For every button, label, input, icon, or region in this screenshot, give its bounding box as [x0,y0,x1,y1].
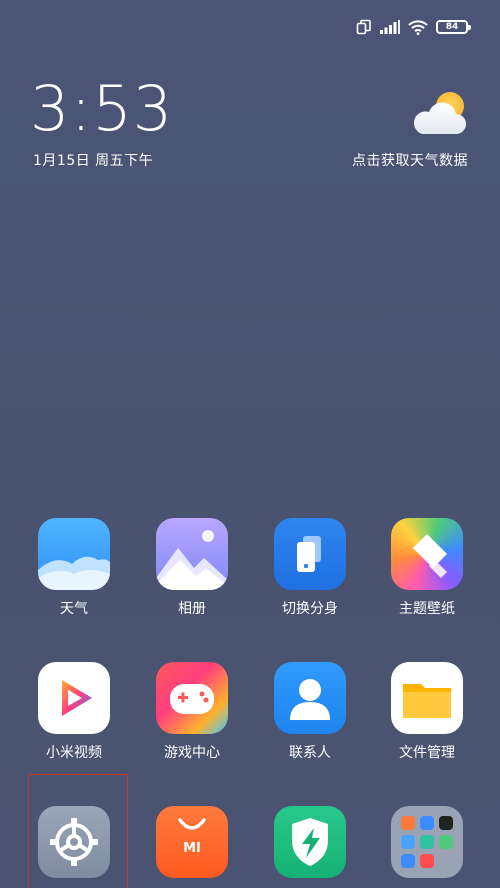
app-label: 主题壁纸 [399,601,455,617]
home-screen: 84 3:53 1月15日 周五下午 点击获取天气数据 天气 相册 切换分身 主… [0,0,500,888]
dual-space-app-icon[interactable] [274,518,346,590]
app-settings[interactable] [24,806,124,886]
themes-app-icon[interactable] [391,518,463,590]
app-label: 天气 [60,601,88,617]
security-app-icon[interactable] [274,806,346,878]
game-center-app-icon[interactable] [156,662,228,734]
app-mi-store[interactable]: MI [142,806,242,886]
status-bar: 84 [356,16,471,38]
app-contacts[interactable]: 联系人 [260,662,360,762]
app-themes[interactable]: 主题壁纸 [377,518,477,618]
app-label: 切换分身 [282,601,338,617]
wifi-icon [408,19,428,35]
signal-icon [380,20,400,34]
app-label: 游戏中心 [164,745,220,761]
clock-date[interactable]: 1月15日 周五下午 [33,150,153,170]
app-gallery[interactable]: 相册 [142,518,242,618]
settings-app-icon[interactable] [38,806,110,878]
partly-cloudy-icon[interactable] [412,90,470,138]
app-weather[interactable]: 天气 [24,518,124,618]
app-label: 文件管理 [399,745,455,761]
weather-app-icon[interactable] [38,518,110,590]
dual-screen-icon [356,19,371,35]
app-game-center[interactable]: 游戏中心 [142,662,242,762]
gallery-app-icon[interactable] [156,518,228,590]
app-file-manager[interactable]: 文件管理 [377,662,477,762]
app-folder-icon[interactable] [391,806,463,878]
app-folder[interactable] [377,806,477,886]
battery-level: 84 [445,21,459,32]
svg-text:MI: MI [183,841,201,856]
battery-icon: 84 [436,20,471,34]
mi-store-app-icon[interactable]: MI [156,806,228,878]
contacts-app-icon[interactable] [274,662,346,734]
app-security[interactable] [260,806,360,886]
app-dual-space[interactable]: 切换分身 [260,518,360,618]
app-mi-video[interactable]: 小米视频 [24,662,124,762]
weather-prompt[interactable]: 点击获取天气数据 [352,150,468,170]
app-label: 联系人 [289,745,331,761]
clock-time[interactable]: 3:53 [30,78,173,140]
mi-video-app-icon[interactable] [38,662,110,734]
app-label: 小米视频 [46,745,102,761]
app-label: 相册 [178,601,206,617]
file-manager-app-icon[interactable] [391,662,463,734]
